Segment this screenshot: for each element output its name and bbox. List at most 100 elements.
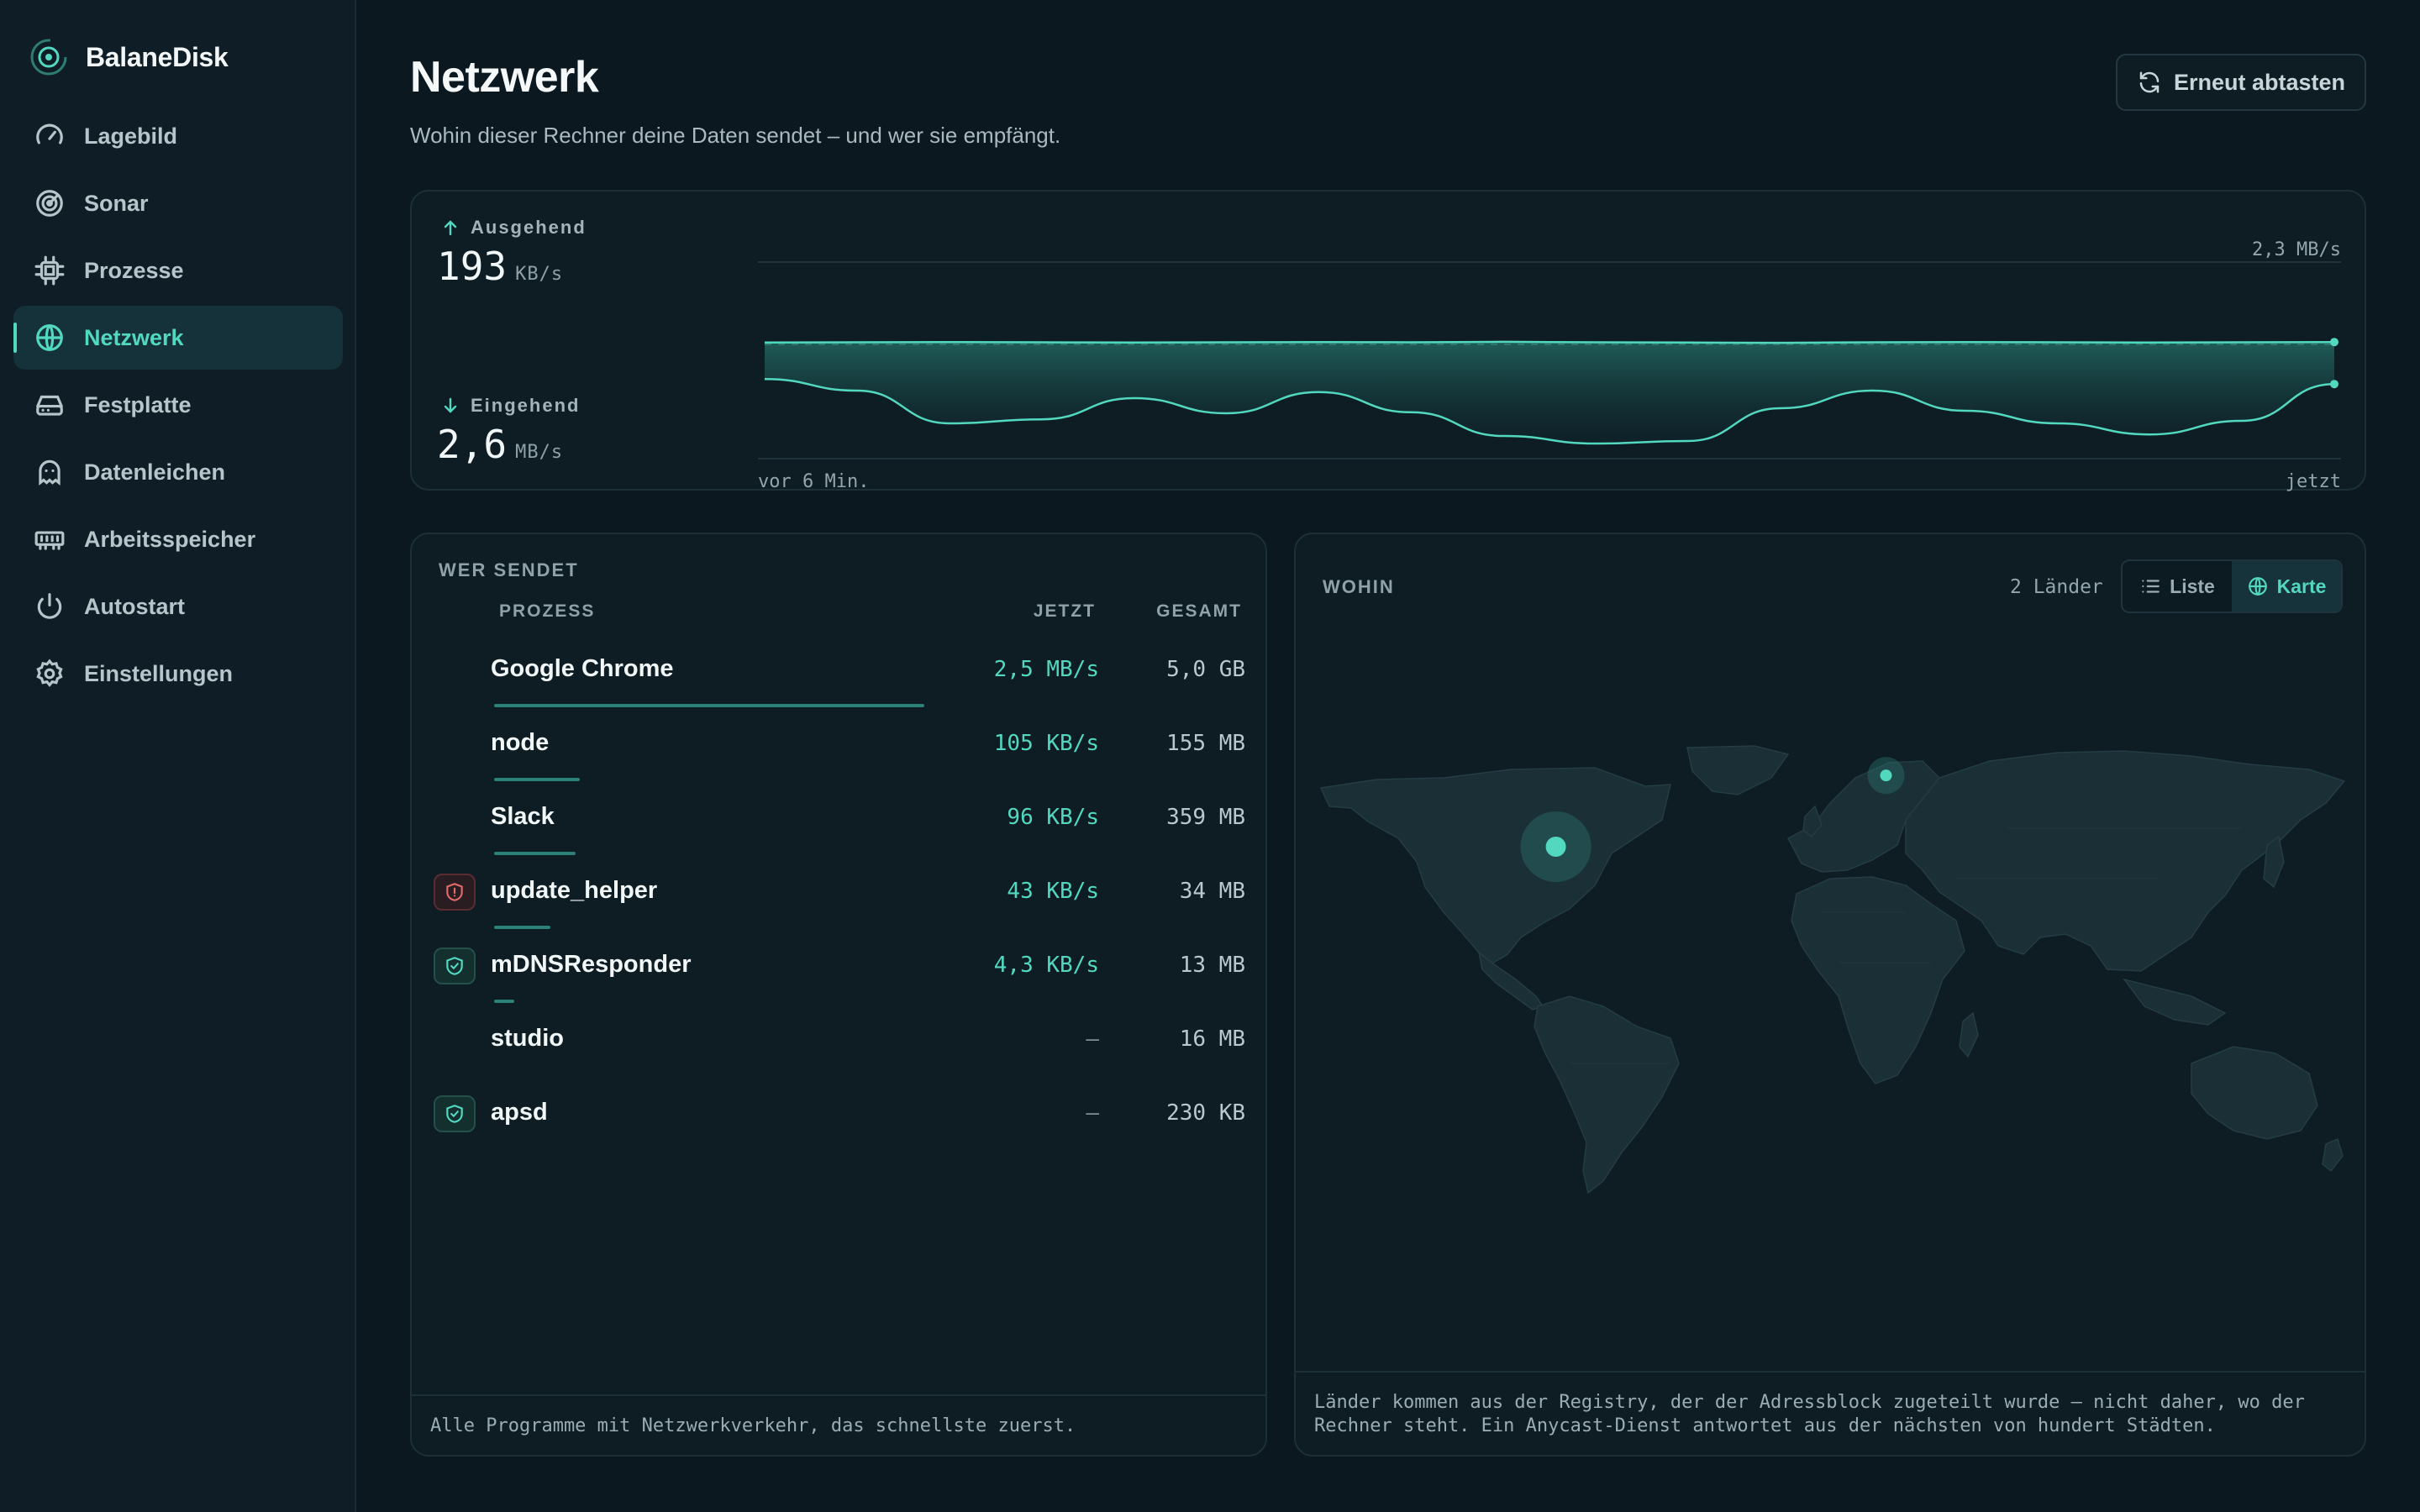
view-map-button[interactable]: Karte bbox=[2232, 561, 2341, 612]
power-icon bbox=[37, 593, 62, 619]
process-rate: 105 KB/s bbox=[993, 731, 1099, 756]
southeast-asia-shape bbox=[2123, 978, 2227, 1026]
process-name: mDNSResponder bbox=[491, 951, 692, 978]
sidebar-item-label: Sonar bbox=[84, 190, 149, 216]
traffic-card: Ausgehend 193 KB/s Eingehend 2,6 MB/s 2,3 … bbox=[410, 190, 2366, 492]
process-name: Slack bbox=[491, 803, 555, 830]
ghost-icon bbox=[39, 459, 60, 486]
country-count: 2 Länder bbox=[2010, 576, 2103, 598]
process-total: 34 MB bbox=[1179, 879, 1245, 904]
greenland-shape bbox=[1686, 745, 1790, 795]
process-total: 230 KB bbox=[1166, 1100, 1245, 1126]
destinations-heading: WOHIN bbox=[1323, 576, 1395, 597]
view-list-button[interactable]: Liste bbox=[2123, 561, 2232, 612]
world-map[interactable] bbox=[1318, 744, 2351, 1198]
process-total: 5,0 GB bbox=[1166, 657, 1245, 682]
process-rate: 4,3 KB/s bbox=[993, 953, 1099, 978]
process-share-bar bbox=[494, 852, 576, 855]
table-row[interactable]: Slack 96 KB/s 359 MB bbox=[412, 791, 1265, 865]
sidebar-item-datenleichen[interactable]: Datenleichen bbox=[13, 440, 343, 504]
sidebar-item-netzwerk[interactable]: Netzwerk bbox=[13, 306, 343, 370]
gauge-icon bbox=[36, 123, 63, 144]
outgoing-unit: KB/s bbox=[515, 264, 564, 285]
sidebar-item-label: Datenleichen bbox=[84, 459, 226, 485]
warning-badge bbox=[434, 874, 476, 911]
memory-icon bbox=[34, 531, 65, 550]
process-rate: — bbox=[1086, 1100, 1099, 1126]
process-name: Google Chrome bbox=[491, 655, 674, 682]
process-name: studio bbox=[491, 1025, 564, 1052]
incoming-label: Eingehend bbox=[440, 395, 580, 417]
incoming-value: 2,6 MB/s bbox=[437, 422, 564, 467]
sidebar-item-prozesse[interactable]: Prozesse bbox=[13, 239, 343, 302]
shield-check-icon bbox=[446, 1105, 463, 1123]
australia-shape bbox=[2191, 1046, 2318, 1140]
column-header-process[interactable]: PROZESS bbox=[499, 601, 595, 622]
process-share-bar bbox=[494, 704, 924, 707]
incoming-unit: MB/s bbox=[515, 442, 564, 463]
destination-marker[interactable] bbox=[1880, 769, 1892, 782]
process-rate: 2,5 MB/s bbox=[993, 657, 1099, 682]
north-america-shape bbox=[1319, 767, 1671, 965]
table-row[interactable]: Google Chrome 2,5 MB/s 5,0 GB bbox=[412, 643, 1265, 717]
process-total: 155 MB bbox=[1166, 731, 1245, 756]
destinations-footer: Länder kommen aus der Registry, der der … bbox=[1296, 1371, 2365, 1455]
sidebar: BalaneDisk Lagebild Sonar Prozesse Netzw… bbox=[0, 0, 356, 1512]
south-america-shape bbox=[1534, 995, 1680, 1194]
sidebar-item-festplatte[interactable]: Festplatte bbox=[13, 373, 343, 437]
destination-marker[interactable] bbox=[1545, 837, 1566, 857]
globe-icon bbox=[2248, 577, 2267, 596]
arrow-down-icon bbox=[444, 397, 457, 413]
process-name: update_helper bbox=[491, 877, 658, 904]
senders-heading: WER SENDET bbox=[439, 559, 579, 580]
outgoing-series-line bbox=[764, 340, 2335, 344]
view-toggle: Liste Karte bbox=[2121, 559, 2343, 613]
sidebar-item-arbeitsspeicher[interactable]: Arbeitsspeicher bbox=[13, 507, 343, 571]
process-total: 359 MB bbox=[1166, 805, 1245, 830]
column-header-now[interactable]: JETZT bbox=[1034, 601, 1096, 622]
process-name: apsd bbox=[491, 1099, 548, 1126]
sidebar-item-label: Autostart bbox=[84, 593, 185, 619]
sidebar-item-autostart[interactable]: Autostart bbox=[13, 575, 343, 638]
table-row[interactable]: node 105 KB/s 155 MB bbox=[412, 717, 1265, 791]
page-subtitle: Wohin dieser Rechner deine Daten sendet … bbox=[410, 123, 1061, 148]
outgoing-value: 193 KB/s bbox=[437, 244, 564, 289]
chart-plot bbox=[764, 338, 2338, 445]
sidebar-item-label: Prozesse bbox=[84, 257, 184, 283]
outgoing-current-point bbox=[2330, 338, 2338, 347]
sidebar-item-sonar[interactable]: Sonar bbox=[13, 171, 343, 235]
process-rate: 43 KB/s bbox=[1007, 879, 1099, 904]
sidebar-nav: Lagebild Sonar Prozesse Netzwerk Festpla… bbox=[13, 104, 343, 709]
central-america-shape bbox=[1477, 951, 1544, 1011]
brand: BalaneDisk bbox=[29, 37, 229, 77]
sidebar-item-label: Netzwerk bbox=[84, 324, 184, 350]
rescan-label: Erneut abtasten bbox=[2173, 69, 2346, 95]
app-name: BalaneDisk bbox=[86, 41, 229, 72]
process-name: node bbox=[491, 729, 550, 756]
table-row[interactable]: studio — 16 MB bbox=[412, 1013, 1265, 1087]
destinations-card: WOHIN 2 Länder Liste Karte Länder kommen… bbox=[1294, 533, 2366, 1457]
traffic-chart: 2,3 MB/s vor 6 Min. jetzt bbox=[758, 239, 2341, 492]
column-header-total[interactable]: GESAMT bbox=[1156, 601, 1242, 622]
process-share-bar bbox=[494, 926, 550, 929]
verified-badge bbox=[434, 948, 476, 984]
shield-alert-icon bbox=[446, 883, 463, 901]
rescan-button[interactable]: Erneut abtasten bbox=[2116, 54, 2366, 111]
hard-drive-icon bbox=[36, 395, 63, 416]
gear-icon bbox=[36, 659, 63, 687]
table-row[interactable]: update_helper 43 KB/s 34 MB bbox=[412, 865, 1265, 939]
sidebar-item-einstellungen[interactable]: Einstellungen bbox=[13, 642, 343, 706]
globe-icon bbox=[36, 324, 63, 351]
process-share-bar bbox=[494, 1000, 514, 1003]
sonar-logo-icon bbox=[30, 39, 67, 76]
sidebar-item-label: Festplatte bbox=[84, 391, 192, 417]
senders-footer: Alle Programme mit Netzwerkverkehr, das … bbox=[412, 1394, 1265, 1455]
chart-x-end-label: jetzt bbox=[2286, 471, 2341, 492]
table-row[interactable]: mDNSResponder 4,3 KB/s 13 MB bbox=[412, 939, 1265, 1013]
table-row[interactable]: apsd — 230 KB bbox=[412, 1087, 1265, 1161]
process-total: 16 MB bbox=[1179, 1026, 1245, 1052]
sidebar-item-label: Einstellungen bbox=[84, 660, 234, 686]
sidebar-item-lagebild[interactable]: Lagebild bbox=[13, 104, 343, 168]
chart-x-start-label: vor 6 Min. bbox=[758, 471, 869, 492]
process-total: 13 MB bbox=[1179, 953, 1245, 978]
